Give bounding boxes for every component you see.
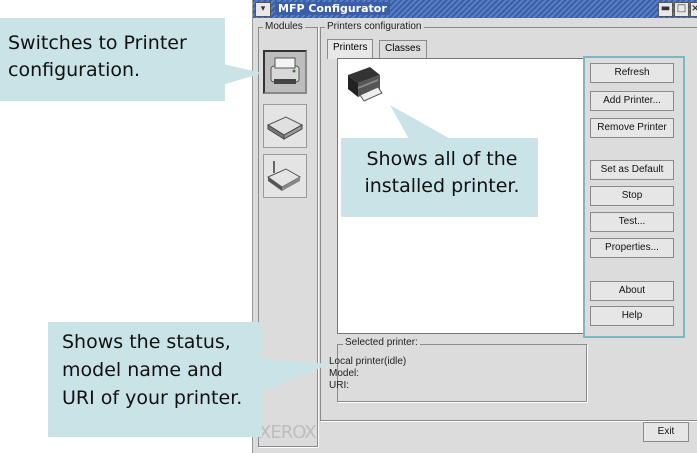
- scanner-module-button[interactable]: [263, 104, 307, 148]
- installed-callout-text: Shows all of the installed printer.: [364, 148, 520, 197]
- title-bar[interactable]: ▾ MFP Configurator ▬ □ ×: [253, 0, 697, 18]
- port-icon: [266, 161, 302, 191]
- remove-printer-button[interactable]: Remove Printer: [590, 118, 674, 138]
- stop-button[interactable]: Stop: [590, 186, 674, 206]
- selected-printer-group: [337, 344, 587, 402]
- installed-callout: Shows all of the installed printer.: [341, 138, 538, 217]
- modules-label: Modules: [263, 21, 305, 32]
- refresh-button[interactable]: Refresh: [590, 63, 674, 83]
- exit-button[interactable]: Exit: [643, 422, 689, 442]
- switch-callout: Switches to Printer configuration.: [0, 18, 225, 101]
- printer-module-button[interactable]: [263, 50, 307, 94]
- close-button[interactable]: ×: [690, 2, 697, 17]
- switch-callout-text: Switches to Printer configuration.: [8, 32, 187, 81]
- set-as-default-button[interactable]: Set as Default: [590, 160, 674, 180]
- help-button[interactable]: Help: [590, 306, 674, 326]
- minimize-button[interactable]: ▬: [658, 2, 673, 17]
- maximize-button[interactable]: □: [674, 2, 689, 17]
- window-menu-icon[interactable]: ▾: [255, 2, 271, 17]
- add-printer-button[interactable]: Add Printer...: [590, 91, 674, 111]
- status-callout: Shows the status, model name and URI of …: [48, 322, 262, 437]
- selected-printer-label: Selected printer:: [343, 337, 420, 348]
- printer-status: Local printer(idle): [329, 356, 407, 367]
- status-callout-text: Shows the status, model name and URI of …: [62, 331, 243, 409]
- status-callout-pointer: [258, 358, 330, 393]
- tab-classes[interactable]: Classes: [379, 40, 427, 58]
- window-title: MFP Configurator: [275, 2, 390, 15]
- test-button[interactable]: Test...: [590, 212, 674, 232]
- xerox-logo: XEROX: [259, 422, 317, 443]
- properties-button[interactable]: Properties...: [590, 238, 674, 258]
- installed-printer-icon[interactable]: [344, 65, 384, 103]
- printer-icon: [270, 57, 300, 84]
- port-module-button[interactable]: [263, 154, 307, 198]
- tab-printers[interactable]: Printers: [327, 39, 374, 59]
- model-label: Model:: [329, 368, 360, 379]
- printers-config-label: Printers configuration: [325, 21, 424, 32]
- about-button[interactable]: About: [590, 281, 674, 301]
- scanner-icon: [266, 116, 304, 140]
